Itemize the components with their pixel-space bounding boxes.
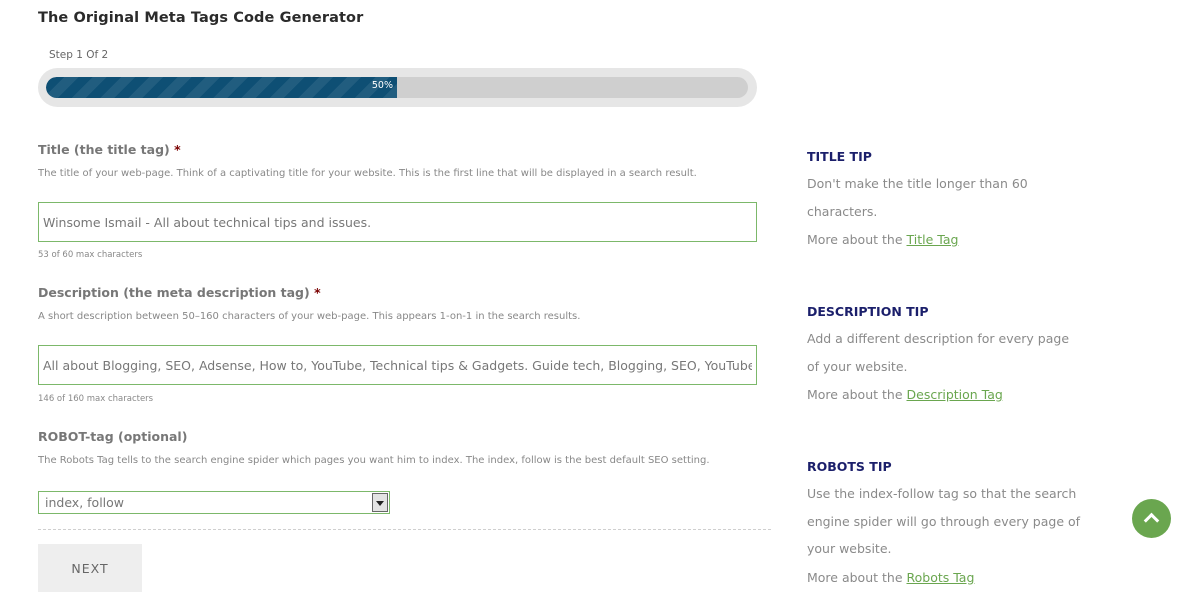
description-tip-heading: DESCRIPTION TIP: [807, 304, 929, 319]
robots-tip-more: More about the Robots Tag: [807, 570, 974, 585]
divider: [38, 529, 771, 530]
title-label-text: Title (the title tag): [38, 142, 170, 157]
more-prefix: More about the: [807, 387, 907, 402]
robots-tag-link[interactable]: Robots Tag: [907, 570, 975, 585]
robots-select[interactable]: index, follow: [38, 491, 390, 514]
description-help-text: A short description between 50–160 chara…: [38, 311, 581, 322]
description-tip-more: More about the Description Tag: [807, 387, 1003, 402]
page-title: The Original Meta Tags Code Generator: [38, 10, 364, 26]
required-mark: *: [314, 285, 321, 300]
scroll-to-top-button[interactable]: [1132, 499, 1171, 538]
title-help-text: The title of your web-page. Think of a c…: [38, 168, 697, 179]
progress-fill: 50%: [46, 77, 397, 98]
title-field-label: Title (the title tag) *: [38, 142, 181, 157]
next-button[interactable]: NEXT: [38, 544, 142, 592]
description-input[interactable]: [38, 345, 757, 385]
robots-tip-text: Use the index-follow tag so that the sea…: [807, 486, 1081, 556]
title-input[interactable]: [38, 202, 757, 242]
robots-field-label: ROBOT-tag (optional): [38, 429, 188, 444]
description-label-text: Description (the meta description tag): [38, 285, 310, 300]
robots-tip-heading: ROBOTS TIP: [807, 459, 892, 474]
title-tag-link[interactable]: Title Tag: [907, 232, 959, 247]
robots-select-value: index, follow: [45, 495, 125, 510]
description-field-label: Description (the meta description tag) *: [38, 285, 321, 300]
description-tag-link[interactable]: Description Tag: [907, 387, 1003, 402]
robots-help-text: The Robots Tag tells to the search engin…: [38, 455, 710, 466]
required-mark: *: [174, 142, 181, 157]
description-char-count: 146 of 160 max characters: [38, 394, 154, 404]
progress-bar: 50%: [38, 68, 757, 107]
title-tip-more: More about the Title Tag: [807, 232, 958, 247]
title-tip-text: Don't make the title longer than 60 char…: [807, 176, 1028, 219]
progress-track: 50%: [46, 77, 748, 98]
more-prefix: More about the: [807, 232, 907, 247]
more-prefix: More about the: [807, 570, 907, 585]
step-label: Step 1 Of 2: [49, 49, 109, 61]
title-char-count: 53 of 60 max characters: [38, 250, 143, 260]
dropdown-arrow-icon[interactable]: [372, 493, 388, 512]
progress-percent: 50%: [371, 80, 393, 91]
title-tip-heading: TITLE TIP: [807, 149, 872, 164]
description-tip-text: Add a different description for every pa…: [807, 331, 1070, 374]
